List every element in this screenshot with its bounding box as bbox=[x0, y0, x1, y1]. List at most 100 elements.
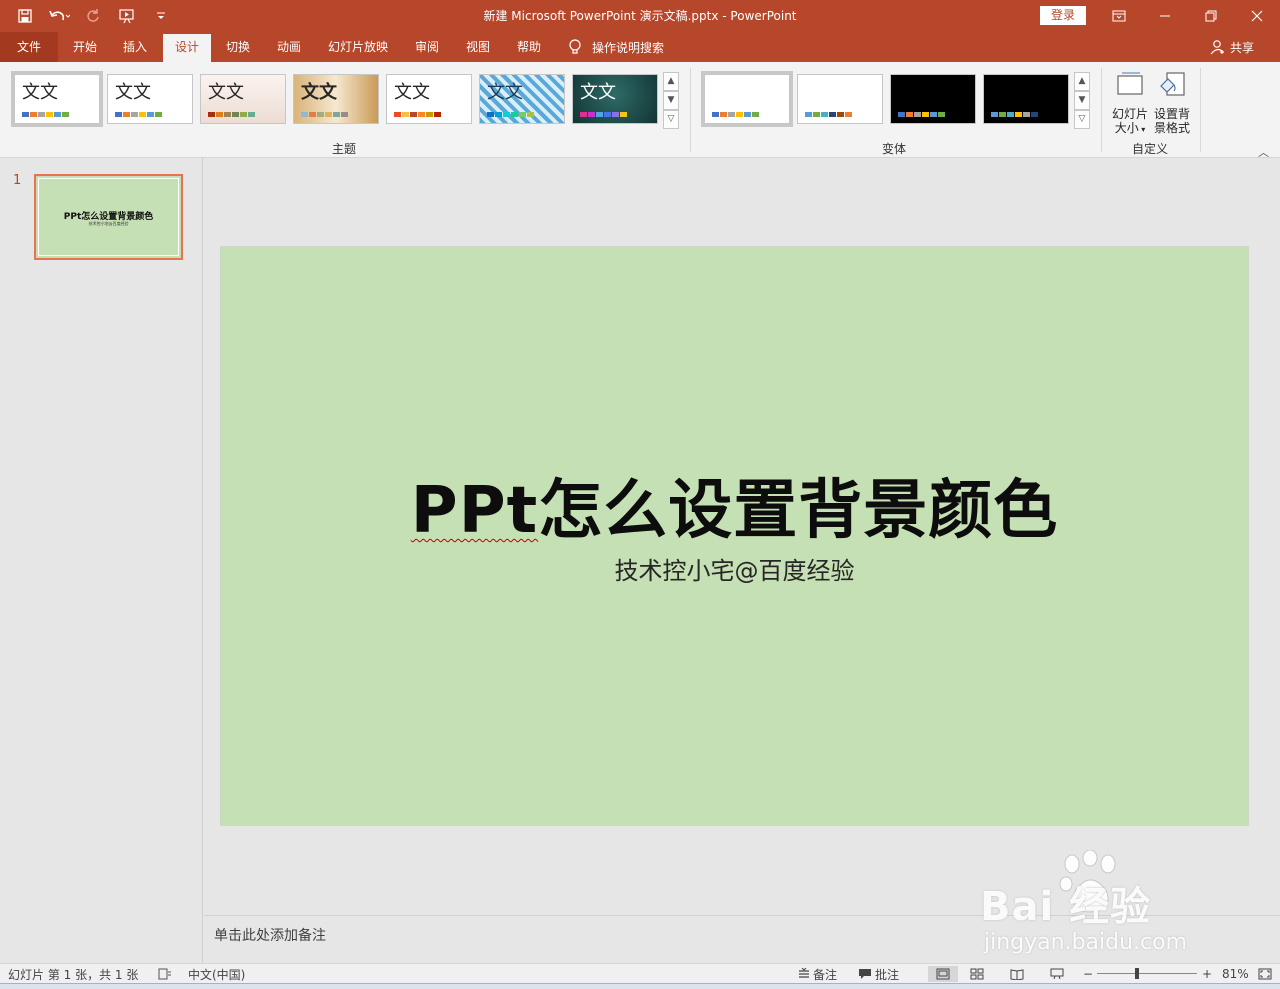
theme-office-2[interactable]: 文文 bbox=[107, 74, 193, 124]
tab-file[interactable]: 文件 bbox=[0, 32, 58, 62]
tell-me-label: 操作说明搜索 bbox=[592, 40, 665, 55]
theme-color-swatches bbox=[301, 112, 348, 117]
notes-toggle[interactable]: 备注 bbox=[798, 966, 837, 982]
comments-toggle-label: 批注 bbox=[875, 967, 900, 982]
zoom-slider-thumb[interactable] bbox=[1135, 968, 1139, 979]
theme-sample-text: 文文 bbox=[394, 82, 430, 103]
ribbon-tabs: 文件 开始 插入 设计 切换 动画 幻灯片放映 审阅 视图 帮助 操作说明搜索 … bbox=[0, 32, 1280, 62]
slide-size-icon bbox=[1117, 72, 1143, 95]
tab-home[interactable]: 开始 bbox=[62, 32, 108, 62]
zoom-slider-track[interactable] bbox=[1097, 973, 1197, 974]
gallery-more-icon[interactable]: ▽ bbox=[663, 110, 679, 129]
format-background-icon bbox=[1160, 72, 1185, 96]
status-bar: 幻灯片 第 1 张，共 1 张 中文(中国) 备注 批注 − + 81% bbox=[0, 963, 1280, 983]
zoom-out-icon[interactable]: − bbox=[1083, 966, 1093, 982]
notes-icon bbox=[799, 968, 809, 978]
group-divider bbox=[690, 68, 691, 152]
theme-color-swatches bbox=[580, 112, 627, 117]
variant-color-swatches bbox=[805, 112, 852, 117]
tab-slide-show[interactable]: 幻灯片放映 bbox=[318, 32, 398, 62]
reading-view-icon[interactable] bbox=[1010, 966, 1024, 982]
comments-toggle[interactable]: 批注 bbox=[858, 966, 899, 982]
variant-3[interactable] bbox=[890, 74, 976, 124]
theme-office[interactable]: 文文 bbox=[11, 71, 103, 127]
themes-gallery-scroll: ▲ ▼ ▽ bbox=[663, 72, 679, 130]
gallery-up-icon[interactable]: ▲ bbox=[663, 72, 679, 91]
dropdown-caret-icon: ▾ bbox=[1138, 125, 1146, 134]
slide-editing-area: PPt怎么设置背景颜色 技术控小宅@百度经验 bbox=[204, 158, 1280, 915]
format-bg-label-2: 景格式 bbox=[1153, 121, 1190, 135]
tab-transitions[interactable]: 切换 bbox=[215, 32, 261, 62]
notes-placeholder: 单击此处添加备注 bbox=[214, 928, 326, 944]
variants-gallery-scroll: ▲ ▼ ▽ bbox=[1074, 72, 1090, 130]
language-indicator[interactable]: 中文(中国) bbox=[188, 966, 245, 982]
zoom-level[interactable]: 81% bbox=[1222, 966, 1249, 982]
group-divider bbox=[1101, 68, 1102, 152]
theme-sample-text: 文文 bbox=[115, 82, 151, 103]
watermark-url: jingyan.baidu.com bbox=[984, 930, 1188, 955]
fit-to-window-icon[interactable] bbox=[1258, 966, 1272, 982]
ribbon-display-options-icon[interactable] bbox=[1096, 0, 1142, 32]
slide-sorter-icon[interactable] bbox=[970, 966, 984, 982]
theme-sample-text: 文文 bbox=[208, 82, 244, 103]
slide-title[interactable]: PPt怎么设置背景颜色 bbox=[221, 459, 1248, 551]
slide-canvas[interactable]: PPt怎么设置背景颜色 技术控小宅@百度经验 bbox=[220, 246, 1249, 826]
theme-sample-text: 文文 bbox=[22, 82, 58, 103]
login-button[interactable]: 登录 bbox=[1040, 6, 1086, 25]
format-background-button[interactable]: 设置背 景格式 bbox=[1151, 68, 1193, 135]
tell-me-search[interactable]: 操作说明搜索 bbox=[568, 32, 664, 62]
slide-count: 幻灯片 第 1 张，共 1 张 bbox=[8, 967, 139, 982]
zoom-in-icon[interactable]: + bbox=[1202, 966, 1212, 982]
tab-view[interactable]: 视图 bbox=[455, 32, 501, 62]
slide-number: 1 bbox=[13, 173, 22, 188]
theme-6[interactable]: 文文 bbox=[479, 74, 565, 124]
variant-2[interactable] bbox=[797, 74, 883, 124]
theme-color-swatches bbox=[208, 112, 255, 117]
theme-color-swatches bbox=[394, 112, 441, 117]
variant-color-swatches bbox=[898, 112, 945, 117]
watermark-main-text: Bai 经验 bbox=[980, 884, 1152, 930]
tab-insert[interactable]: 插入 bbox=[112, 32, 158, 62]
share-label: 共享 bbox=[1230, 40, 1255, 55]
lightbulb-icon bbox=[569, 39, 581, 54]
restore-icon[interactable] bbox=[1188, 0, 1234, 32]
slide-size-label-2: 大小 bbox=[1114, 121, 1139, 135]
theme-5[interactable]: 文文 bbox=[386, 74, 472, 124]
theme-7[interactable]: 文文 bbox=[572, 74, 658, 124]
share-button[interactable]: 共享 bbox=[1210, 32, 1254, 62]
gallery-up-icon[interactable]: ▲ bbox=[1074, 72, 1090, 91]
gallery-down-icon[interactable]: ▼ bbox=[1074, 91, 1090, 110]
variant-4[interactable] bbox=[983, 74, 1069, 124]
variants-group-label: 变体 bbox=[882, 142, 907, 156]
design-ribbon: 文文 文文 文文 文文 文文 文文 文文 ▲ ▼ ▽ 主题 ▲ ▼ ▽ 变体 幻… bbox=[0, 62, 1280, 159]
theme-3[interactable]: 文文 bbox=[200, 74, 286, 124]
theme-sample-text: 文文 bbox=[580, 82, 616, 103]
variant-color-swatches bbox=[712, 112, 759, 117]
baidu-watermark: Bai 经验 jingyan.baidu.com bbox=[980, 850, 1220, 960]
slide-thumbnail-pane: 1 PPt怎么设置背景颜色 技术控小宅@百度经验 bbox=[0, 158, 203, 963]
slide-size-label-1: 幻灯片 bbox=[1111, 107, 1148, 121]
tab-help[interactable]: 帮助 bbox=[506, 32, 552, 62]
slide-subtitle[interactable]: 技术控小宅@百度经验 bbox=[221, 551, 1248, 586]
title-bar: 新建 Microsoft PowerPoint 演示文稿.pptx - Powe… bbox=[0, 0, 1280, 32]
window-title: 新建 Microsoft PowerPoint 演示文稿.pptx - Powe… bbox=[483, 9, 797, 23]
slide-thumbnail[interactable]: PPt怎么设置背景颜色 技术控小宅@百度经验 bbox=[34, 174, 183, 260]
slideshow-icon[interactable] bbox=[1050, 966, 1064, 982]
minimize-icon[interactable] bbox=[1142, 0, 1188, 32]
tab-animations[interactable]: 动画 bbox=[266, 32, 312, 62]
format-bg-label-1: 设置背 bbox=[1153, 107, 1190, 121]
variant-1[interactable] bbox=[701, 71, 793, 127]
close-icon[interactable] bbox=[1234, 0, 1280, 32]
accessibility-icon[interactable] bbox=[158, 966, 172, 982]
tab-design[interactable]: 设计 bbox=[163, 34, 211, 62]
theme-4[interactable]: 文文 bbox=[293, 74, 379, 124]
notes-toggle-label: 备注 bbox=[813, 967, 838, 982]
tab-review[interactable]: 审阅 bbox=[404, 32, 450, 62]
theme-color-swatches bbox=[22, 112, 69, 117]
slide-size-button[interactable]: 幻灯片 大小 ▾ bbox=[1109, 68, 1151, 135]
normal-view-icon[interactable] bbox=[928, 966, 958, 982]
theme-sample-text: 文文 bbox=[487, 82, 523, 103]
gallery-down-icon[interactable]: ▼ bbox=[663, 91, 679, 110]
thumb-subtitle: 技术控小宅@百度经验 bbox=[88, 221, 129, 226]
gallery-more-icon[interactable]: ▽ bbox=[1074, 110, 1090, 129]
